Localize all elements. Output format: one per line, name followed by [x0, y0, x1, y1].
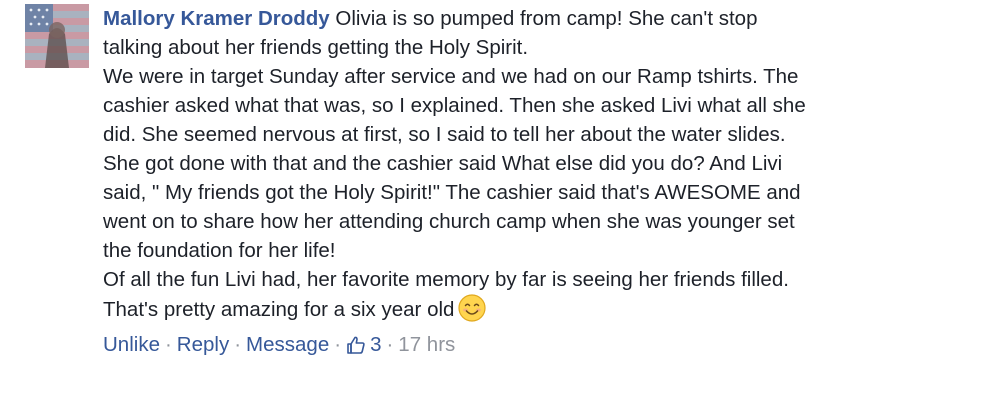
reply-link[interactable]: Reply [177, 330, 229, 359]
unlike-link[interactable]: Unlike [103, 330, 160, 359]
separator: · [334, 333, 342, 356]
comment-line-text: That's pretty amazing for a six year old [103, 298, 455, 321]
comment-line: went on to share how her attending churc… [103, 210, 795, 233]
avatar-image [25, 4, 89, 68]
message-link[interactable]: Message [246, 330, 329, 359]
separator: · [386, 333, 394, 356]
comment-line: We were in target Sunday after service a… [103, 65, 799, 88]
like-count[interactable]: 3 [346, 330, 381, 359]
comment-line: cashier asked what that was, so I explai… [103, 94, 806, 117]
comment-line: the foundation for her life! [103, 239, 336, 262]
comment-line: said, " My friends got the Holy Spirit!"… [103, 181, 801, 204]
smiling-face-emoji-icon [458, 294, 487, 322]
avatar[interactable] [25, 4, 89, 68]
timestamp[interactable]: 17 hrs [398, 330, 455, 359]
comment-line-text: Olivia is so pumped from camp! She can't… [335, 7, 758, 30]
separator: · [234, 333, 242, 356]
author-name[interactable]: Mallory Kramer Droddy [103, 7, 330, 30]
separator: · [164, 333, 172, 356]
comment-line: She got done with that and the cashier s… [103, 152, 783, 175]
comment-line: Mallory Kramer Droddy Olivia is so pumpe… [103, 4, 953, 33]
comment-actions: Unlike · Reply · Message · 3 · 17 hrs [103, 330, 953, 359]
comment: Mallory Kramer Droddy Olivia is so pumpe… [25, 4, 985, 359]
comment-line: talking about her friends getting the Ho… [103, 36, 529, 59]
like-count-value: 3 [370, 333, 382, 356]
comment-text: Mallory Kramer Droddy Olivia is so pumpe… [103, 4, 953, 324]
comment-line: did. She seemed nervous at first, so I s… [103, 123, 786, 146]
comment-line-last: That's pretty amazing for a six year old [103, 294, 953, 324]
comment-line: Of all the fun Livi had, her favorite me… [103, 268, 789, 291]
thumbs-up-icon [347, 336, 365, 354]
comment-body: Mallory Kramer Droddy Olivia is so pumpe… [103, 4, 953, 359]
